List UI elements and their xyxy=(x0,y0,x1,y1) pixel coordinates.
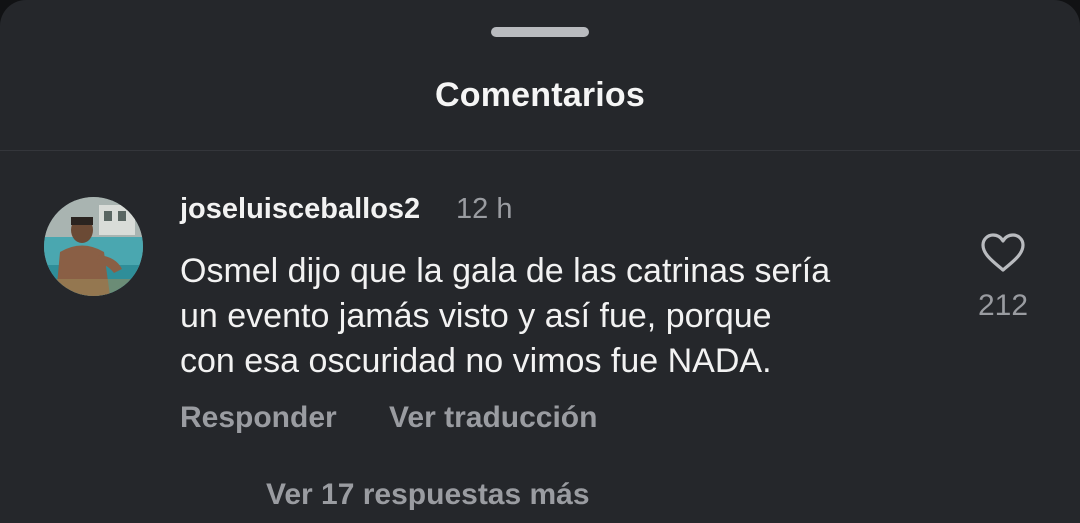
like-count: 212 xyxy=(977,289,1029,322)
comment-username[interactable]: joseluisceballos2 xyxy=(180,193,420,226)
avatar-photo xyxy=(44,197,143,296)
avatar[interactable] xyxy=(44,197,143,296)
comment-actions: Responder Ver traducción xyxy=(180,401,597,435)
sheet-title: Comentarios xyxy=(434,76,646,114)
comment-text: Osmel dijo que la gala de las catrinas s… xyxy=(180,249,940,384)
like-button[interactable] xyxy=(980,232,1026,274)
header-divider xyxy=(0,150,1080,151)
comments-sheet: Comentarios joseluisceballos2 12 h Osmel… xyxy=(0,0,1080,523)
sheet-drag-handle[interactable] xyxy=(491,27,589,37)
comment-text-line: Osmel dijo que la gala de las catrinas s… xyxy=(180,252,831,290)
comment-timestamp: 12 h xyxy=(456,193,513,225)
view-more-replies-button[interactable]: Ver 17 respuestas más xyxy=(266,478,590,512)
reply-button[interactable]: Responder xyxy=(180,401,337,435)
translate-button[interactable]: Ver traducción xyxy=(389,401,597,435)
comment-text-line: con esa oscuridad no vimos fue NADA. xyxy=(180,342,772,380)
comment-text-line: un evento jamás visto y así fue, porque xyxy=(180,297,772,335)
heart-outline-icon xyxy=(981,233,1025,272)
